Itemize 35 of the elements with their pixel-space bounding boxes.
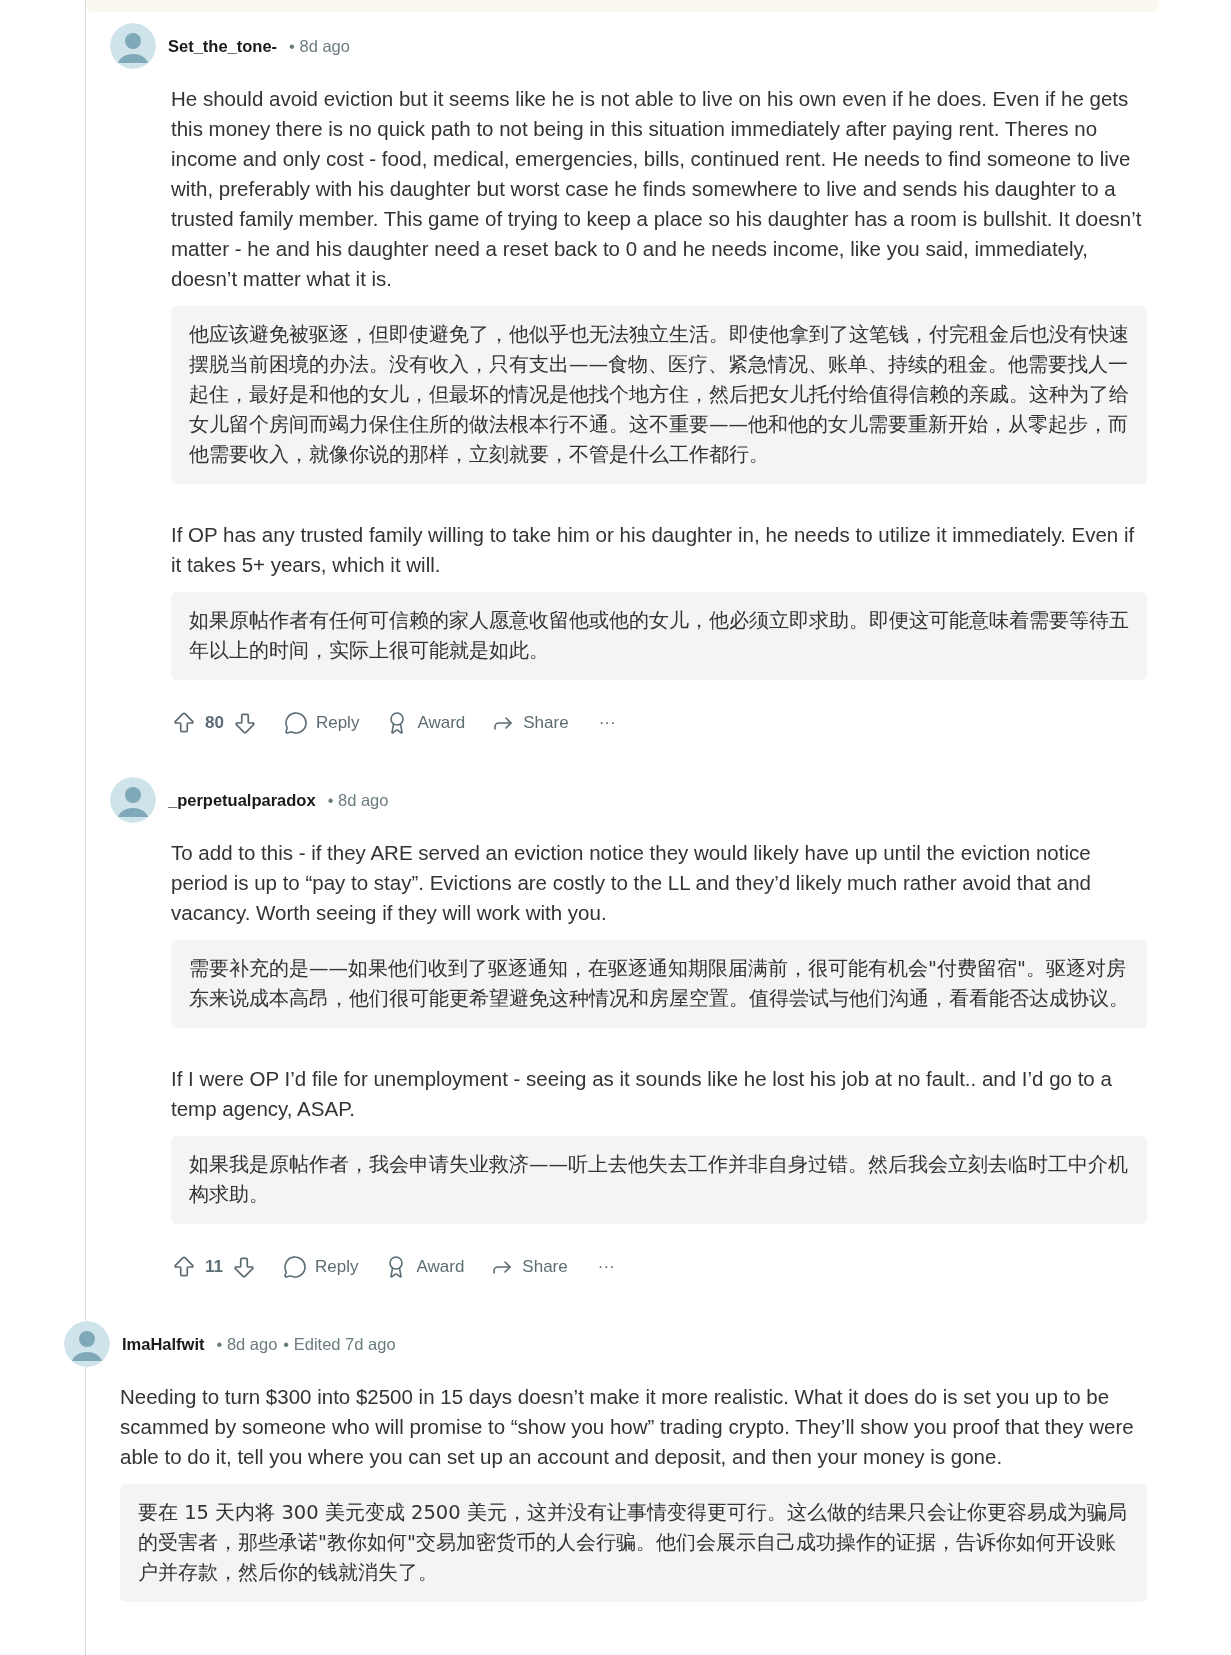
upvote-icon[interactable]: [171, 1254, 197, 1280]
action-button[interactable]: Reply: [283, 1254, 359, 1280]
translation-box: 他应该避免被驱逐，但即使避免了，他似乎也无法独立生活。即使他拿到了这笔钱，付完租金后也没有快速摆脱当前困境的办法。没有收入，只有支出——食物、医疗、紧急情况、账单、持续的租金。他需要找人一起住，最好是和他的女儿，但最坏的情况是他找个地方住，然后把女儿托付给值得信赖的亲戚。这种为了给女儿留个房间而竭力保住住所的做法根本行不通。这不重要——他和他的女儿需要重新开始，从零起步，而他需要收入，就像你说的那样，立刻就要，不管是什么工作都行。: [171, 306, 1147, 484]
comment-text: He should avoid eviction but it seems like he is not able to live on his own even if he does. Even if he gets this money there is no quick path to not being in this situation immediately after paying rent. Theres no income and only cost - food, medical, emergencies, bills, continued rent. He needs to find someone to live with, preferably with his daughter but worst case he finds somewhere to live and sends his daughter to a trusted family member. This game of trying to keep a place so his daughter has a room is bullshit. It doesn’t matter - he and his daughter need a reset back to 0 and he needs income, like you said, immediately, doesn’t matter what it is.: [171, 86, 1143, 292]
more-button[interactable]: ···: [598, 710, 616, 736]
action-button[interactable]: Award: [385, 710, 466, 736]
action-button[interactable]: Reply: [283, 710, 360, 736]
avatar[interactable]: [64, 1321, 110, 1367]
action-button[interactable]: Share: [491, 710, 569, 736]
action-button[interactable]: Award: [384, 1254, 465, 1280]
vote-count: 80: [205, 712, 224, 735]
comment-text: Needing to turn $300 into $2500 in 15 days doesn’t make it more realistic. What it does do is set you up to be scammed by someone who will promise to “show you how” trading crypto. They’ll show you proof that they were able to do it, tell you where you can set up an account and deposit, and then your money is gone.: [120, 1384, 1135, 1470]
translation-box: 需要补充的是——如果他们收到了驱逐通知，在驱逐通知期限届满前，很可能有机会"付费留宿"。驱逐对房东来说成本高昂，他们很可能更希望避免这种情况和房屋空置。值得尝试与他们沟通，看看能否达成协议。: [171, 940, 1147, 1028]
comment-text: If OP has any trusted family willing to take him or his daughter in, he needs to utilize it immediately. Even if it takes 5+ years, which it will.: [171, 522, 1136, 578]
vote-count: 11: [205, 1256, 223, 1279]
username[interactable]: _perpetualparadox: [168, 787, 316, 813]
translation-box: 要在 15 天内将 300 美元变成 2500 美元，这并没有让事情变得更可行。这么做的结果只会让你更容易成为骗局的受害者，那些承诺"教你如何"交易加密货币的人会行骗。他们会展示自己成功操作的证据，告诉你如何开设账户并存款，然后你的钱就消失了。: [120, 1484, 1147, 1602]
edited-label: • Edited 7d ago: [283, 1333, 396, 1355]
username[interactable]: Set_the_tone-: [168, 33, 278, 59]
translation-box: 如果我是原帖作者，我会申请失业救济——听上去他失去工作并非自身过错。然后我会立刻去临时工中介机构求助。: [171, 1136, 1147, 1224]
timestamp: • 8d ago: [289, 35, 350, 57]
comment-text: To add to this - if they ARE served an eviction notice they would likely have up until the eviction notice period is up to “pay to stay”. Evictions are costly to the LL and they’d likely much rather avoid that and vacancy. Worth seeing if they will work with you.: [171, 840, 1092, 926]
more-button[interactable]: ···: [597, 1254, 615, 1280]
action-button[interactable]: Share: [490, 1254, 568, 1280]
upvote-icon[interactable]: [171, 710, 197, 736]
timestamp: • 8d ago: [216, 1333, 278, 1355]
avatar[interactable]: [110, 23, 156, 69]
comment-text: If I were OP I’d file for unemployment - seeing as it sounds like he lost his job at no fault.. and I’d go to a temp agency, ASAP.: [171, 1066, 1113, 1122]
speech-bubble-icon: [283, 711, 308, 735]
speech-bubble-icon: [283, 1255, 307, 1279]
downvote-icon[interactable]: [231, 1254, 257, 1280]
timestamp: • 8d ago: [327, 789, 389, 811]
avatar[interactable]: [110, 777, 156, 823]
username[interactable]: ImaHalfwit: [122, 1331, 205, 1357]
translation-box: 如果原帖作者有任何可信赖的家人愿意收留他或他的女儿，他必须立即求助。即便这可能意味着需要等待五年以上的时间，实际上很可能就是如此。: [171, 592, 1147, 680]
